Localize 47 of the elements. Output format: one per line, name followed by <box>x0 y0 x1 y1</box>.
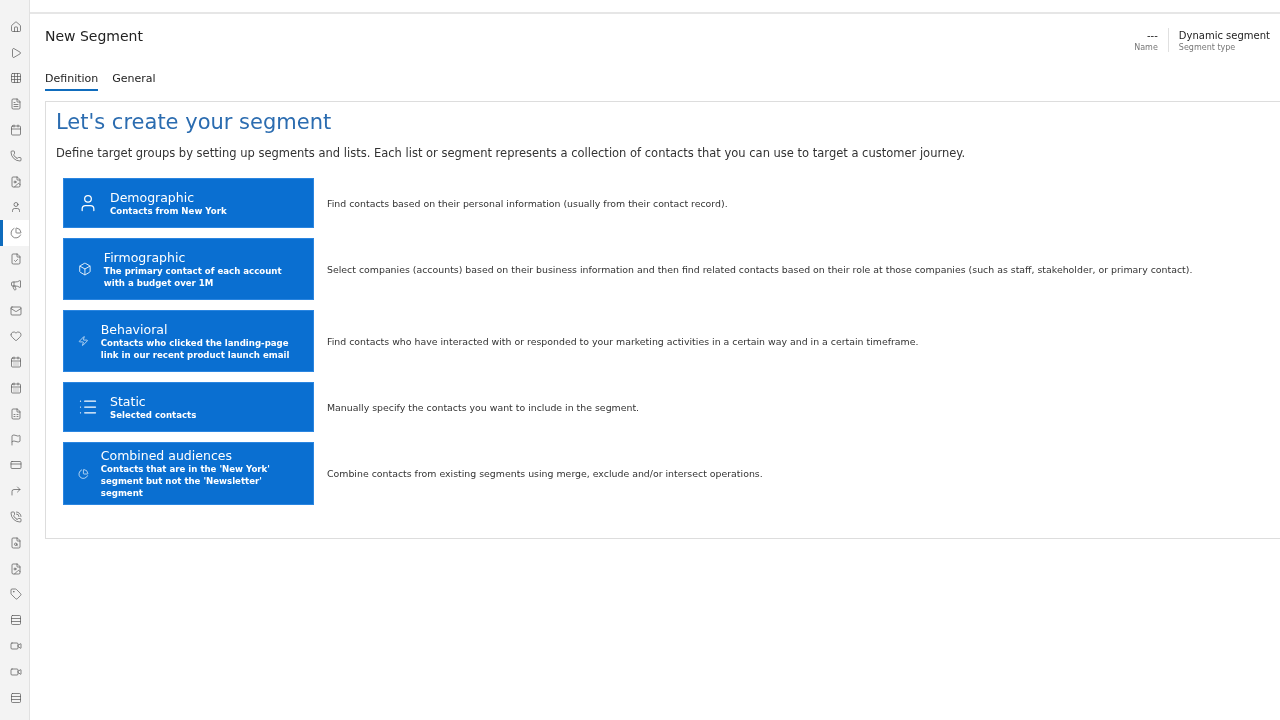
tag-icon <box>10 588 22 601</box>
grid-icon <box>10 72 22 85</box>
option-description: Find contacts who have interacted with or responded to your marketing activities in a certain way and in a certain timeframe. <box>327 335 919 347</box>
sidebar-item[interactable] <box>0 220 29 247</box>
home-icon <box>10 20 22 33</box>
tab[interactable]: General <box>112 72 156 91</box>
document-icon <box>10 407 22 420</box>
segment-type-button[interactable]: Demographic Contacts from New York <box>63 178 314 228</box>
phone-icon <box>10 149 22 162</box>
person-icon <box>10 201 22 214</box>
tab[interactable]: Definition <box>45 72 99 91</box>
arrow-icon <box>10 485 22 498</box>
calendar-icon <box>10 356 22 369</box>
document-search-icon <box>10 536 22 549</box>
field-value: Dynamic segment <box>1178 30 1270 41</box>
segment-type-button[interactable]: Behavioral Contacts who clicked the landing-page link in our recent product launch email <box>63 310 314 372</box>
field-label: Name <box>1134 43 1158 52</box>
video-icon <box>10 665 22 678</box>
option-description: Select companies (accounts) based on their business information and then find related contacts based on their role at those companies (such as staff, stakeholder, or primary contact). <box>327 263 1193 275</box>
option-description: Combine contacts from existing segments using merge, exclude and/or intersect operations. <box>327 468 763 479</box>
document-icon <box>10 562 22 575</box>
segment-type-button[interactable]: Combined audiences Contacts that are in the 'New York' segment but not the 'Newsletter' segment <box>63 442 314 505</box>
page-title: New Segment <box>45 28 143 46</box>
calendar-icon <box>10 382 22 395</box>
phone-icon <box>10 511 22 524</box>
option-description: Manually specify the contacts you want to include in the segment. <box>327 401 640 413</box>
field-value: --- <box>1147 30 1158 41</box>
calendar-icon <box>10 124 22 137</box>
list-icon <box>10 691 22 704</box>
flag-icon <box>10 433 22 446</box>
video-icon <box>10 640 22 652</box>
segment-type-button[interactable]: Static Selected contacts <box>63 382 314 432</box>
segment-type-button[interactable]: Firmographic The primary contact of each account with a budget over 1M <box>63 238 314 300</box>
pie-chart-icon <box>10 227 22 240</box>
play-icon <box>10 46 22 59</box>
document-icon <box>10 98 22 111</box>
intro-text: Define target groups by setting up segments and lists. Each list or segment represents a collection of contacts that you can use to target a customer journey. <box>56 146 967 160</box>
field-label: Segment type <box>1178 43 1236 52</box>
document-icon <box>10 253 22 266</box>
list-icon <box>10 614 22 627</box>
mail-icon <box>10 304 22 317</box>
megaphone-icon <box>10 278 22 291</box>
document-icon <box>10 175 22 188</box>
card-icon <box>10 459 22 472</box>
heart-icon <box>10 330 22 343</box>
option-description: Find contacts based on their personal information (usually from their contact record). <box>327 197 728 209</box>
panel-heading: Let's create your segment <box>56 110 333 134</box>
